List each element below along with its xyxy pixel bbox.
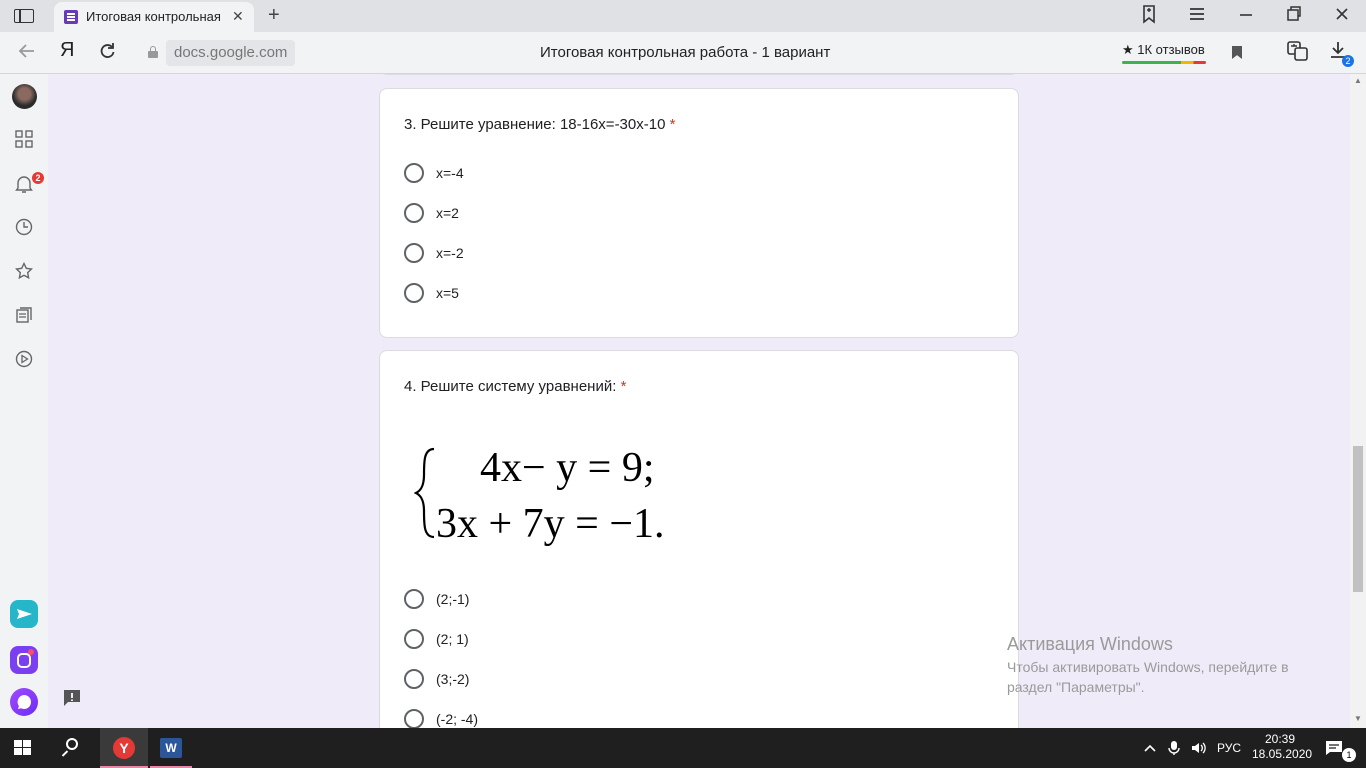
video-play-icon[interactable] xyxy=(14,350,34,370)
question-title: 4. Решите систему уравнений: * xyxy=(404,378,626,395)
scroll-up-arrow-icon[interactable]: ▲ xyxy=(1354,76,1362,85)
required-mark: * xyxy=(620,378,627,395)
lock-icon xyxy=(148,46,158,58)
tray-chevron-up-icon[interactable] xyxy=(1142,740,1158,768)
left-sidebar: 2 xyxy=(0,74,48,728)
url-field[interactable]: docs.google.com Итоговая контрольная раб… xyxy=(140,40,1250,66)
notifications-badge: 2 xyxy=(32,172,44,184)
yandex-browser-icon: Y xyxy=(113,737,135,759)
downloads-badge: 2 xyxy=(1342,55,1354,67)
bell-icon[interactable] xyxy=(14,174,34,194)
apps-grid-icon[interactable] xyxy=(14,130,34,150)
rating-bar xyxy=(1122,61,1206,64)
messenger-app-icon[interactable] xyxy=(10,600,38,628)
windows-activation-watermark: Активация Windows Чтобы активировать Win… xyxy=(1007,634,1327,697)
radio-button[interactable] xyxy=(404,203,424,223)
clock[interactable]: 20:39 18.05.2020 xyxy=(1252,732,1313,762)
watermark-title: Активация Windows xyxy=(1007,634,1173,654)
page-title: Итоговая контрольная работа - 1 вариант xyxy=(540,44,831,61)
option-label: x=-2 xyxy=(436,245,464,261)
radio-button[interactable] xyxy=(404,283,424,303)
microphone-icon[interactable] xyxy=(1168,740,1180,768)
required-mark: * xyxy=(669,116,676,133)
clock-time: 20:39 xyxy=(1264,732,1296,746)
question-card-3: 3. Решите уравнение: 18-16x=-30x-10 * x=… xyxy=(379,88,1019,338)
reviews-label: ★ 1К отзывов xyxy=(1122,42,1205,57)
word-icon: W xyxy=(160,738,182,758)
bookmark-icon[interactable] xyxy=(1232,46,1242,59)
equation-system-image: 4x− y = 9; 3x + 7y = −1. xyxy=(414,445,665,547)
option-label: (-2; -4) xyxy=(436,711,478,727)
back-arrow-icon[interactable] xyxy=(18,42,36,65)
address-bar: Я docs.google.com Итоговая контрольная р… xyxy=(0,32,1366,74)
google-forms-icon xyxy=(64,10,78,24)
yandex-logo-icon[interactable]: Я xyxy=(60,39,74,62)
tab-close-icon[interactable]: ✕ xyxy=(232,8,244,25)
radio-button[interactable] xyxy=(404,709,424,728)
scroll-down-arrow-icon[interactable]: ▼ xyxy=(1354,714,1362,723)
yandex-browser-taskbar-button[interactable]: Y xyxy=(100,728,148,768)
domain-chip[interactable]: docs.google.com xyxy=(166,40,296,66)
star-icon[interactable] xyxy=(14,261,34,282)
close-window-icon[interactable] xyxy=(1334,4,1350,29)
reviews-button[interactable]: ★ 1К отзывов xyxy=(1122,42,1208,64)
collections-icon[interactable] xyxy=(14,306,34,326)
feedback-icon[interactable] xyxy=(62,688,82,708)
question-card-4: 4. Решите систему уравнений: * 4x− y = 9… xyxy=(379,350,1019,728)
history-clock-icon[interactable] xyxy=(14,218,34,238)
question-text: 3. Решите уравнение: 18-16x=-30x-10 xyxy=(404,116,666,133)
watermark-text: Чтобы активировать Windows, перейдите в … xyxy=(1007,659,1289,695)
tab-strip: Итоговая контрольная р ✕ + xyxy=(0,0,1366,32)
question-title: 3. Решите уравнение: 18-16x=-30x-10 * xyxy=(404,116,675,133)
equation-line-2: 3x + 7y = −1. xyxy=(436,501,665,547)
scroll-thumb[interactable] xyxy=(1353,446,1363,592)
notifications-count-badge: 1 xyxy=(1342,748,1356,762)
minimize-icon[interactable] xyxy=(1238,4,1254,29)
alice-assistant-icon[interactable] xyxy=(10,688,38,716)
option-label: x=2 xyxy=(436,205,459,221)
radio-button[interactable] xyxy=(404,669,424,689)
radio-button[interactable] xyxy=(404,629,424,649)
language-indicator[interactable]: РУС xyxy=(1217,741,1241,768)
windows-start-icon[interactable] xyxy=(14,740,32,756)
alice-station-icon[interactable] xyxy=(10,646,38,674)
option-label: x=-4 xyxy=(436,165,464,181)
option-label: x=5 xyxy=(436,285,459,301)
radio-button[interactable] xyxy=(404,243,424,263)
clock-date: 18.05.2020 xyxy=(1252,747,1313,761)
tab-title: Итоговая контрольная р xyxy=(86,9,224,24)
equation-line-1: 4x− y = 9; xyxy=(480,445,655,491)
question-text: 4. Решите систему уравнений: xyxy=(404,378,617,395)
form-content: 3. Решите уравнение: 18-16x=-30x-10 * x=… xyxy=(48,74,1350,728)
new-tab-button[interactable]: + xyxy=(268,4,280,27)
menu-icon[interactable] xyxy=(1188,4,1206,29)
avatar[interactable] xyxy=(12,84,37,109)
radio-button[interactable] xyxy=(404,163,424,183)
previous-question-card xyxy=(379,74,1019,75)
collections-icon[interactable] xyxy=(1140,4,1158,29)
volume-icon[interactable] xyxy=(1190,740,1208,768)
action-center-icon[interactable] xyxy=(1325,740,1343,768)
search-icon[interactable] xyxy=(61,738,82,758)
sidebar-toggle-icon[interactable] xyxy=(14,9,34,23)
taskbar: Y W РУС 20:39 18.05.2020 xyxy=(0,728,1366,768)
reload-icon[interactable] xyxy=(98,42,116,65)
option-label: (3;-2) xyxy=(436,671,470,687)
radio-button[interactable] xyxy=(404,589,424,609)
option-label: (2; 1) xyxy=(436,631,469,647)
restore-icon[interactable] xyxy=(1286,4,1302,29)
translate-icon[interactable] xyxy=(1287,40,1309,67)
option-label: (2;-1) xyxy=(436,591,470,607)
word-taskbar-button[interactable]: W xyxy=(150,728,192,768)
scrollbar[interactable]: ▲ ▼ xyxy=(1350,74,1366,728)
browser-tab[interactable]: Итоговая контрольная р ✕ xyxy=(54,2,254,32)
